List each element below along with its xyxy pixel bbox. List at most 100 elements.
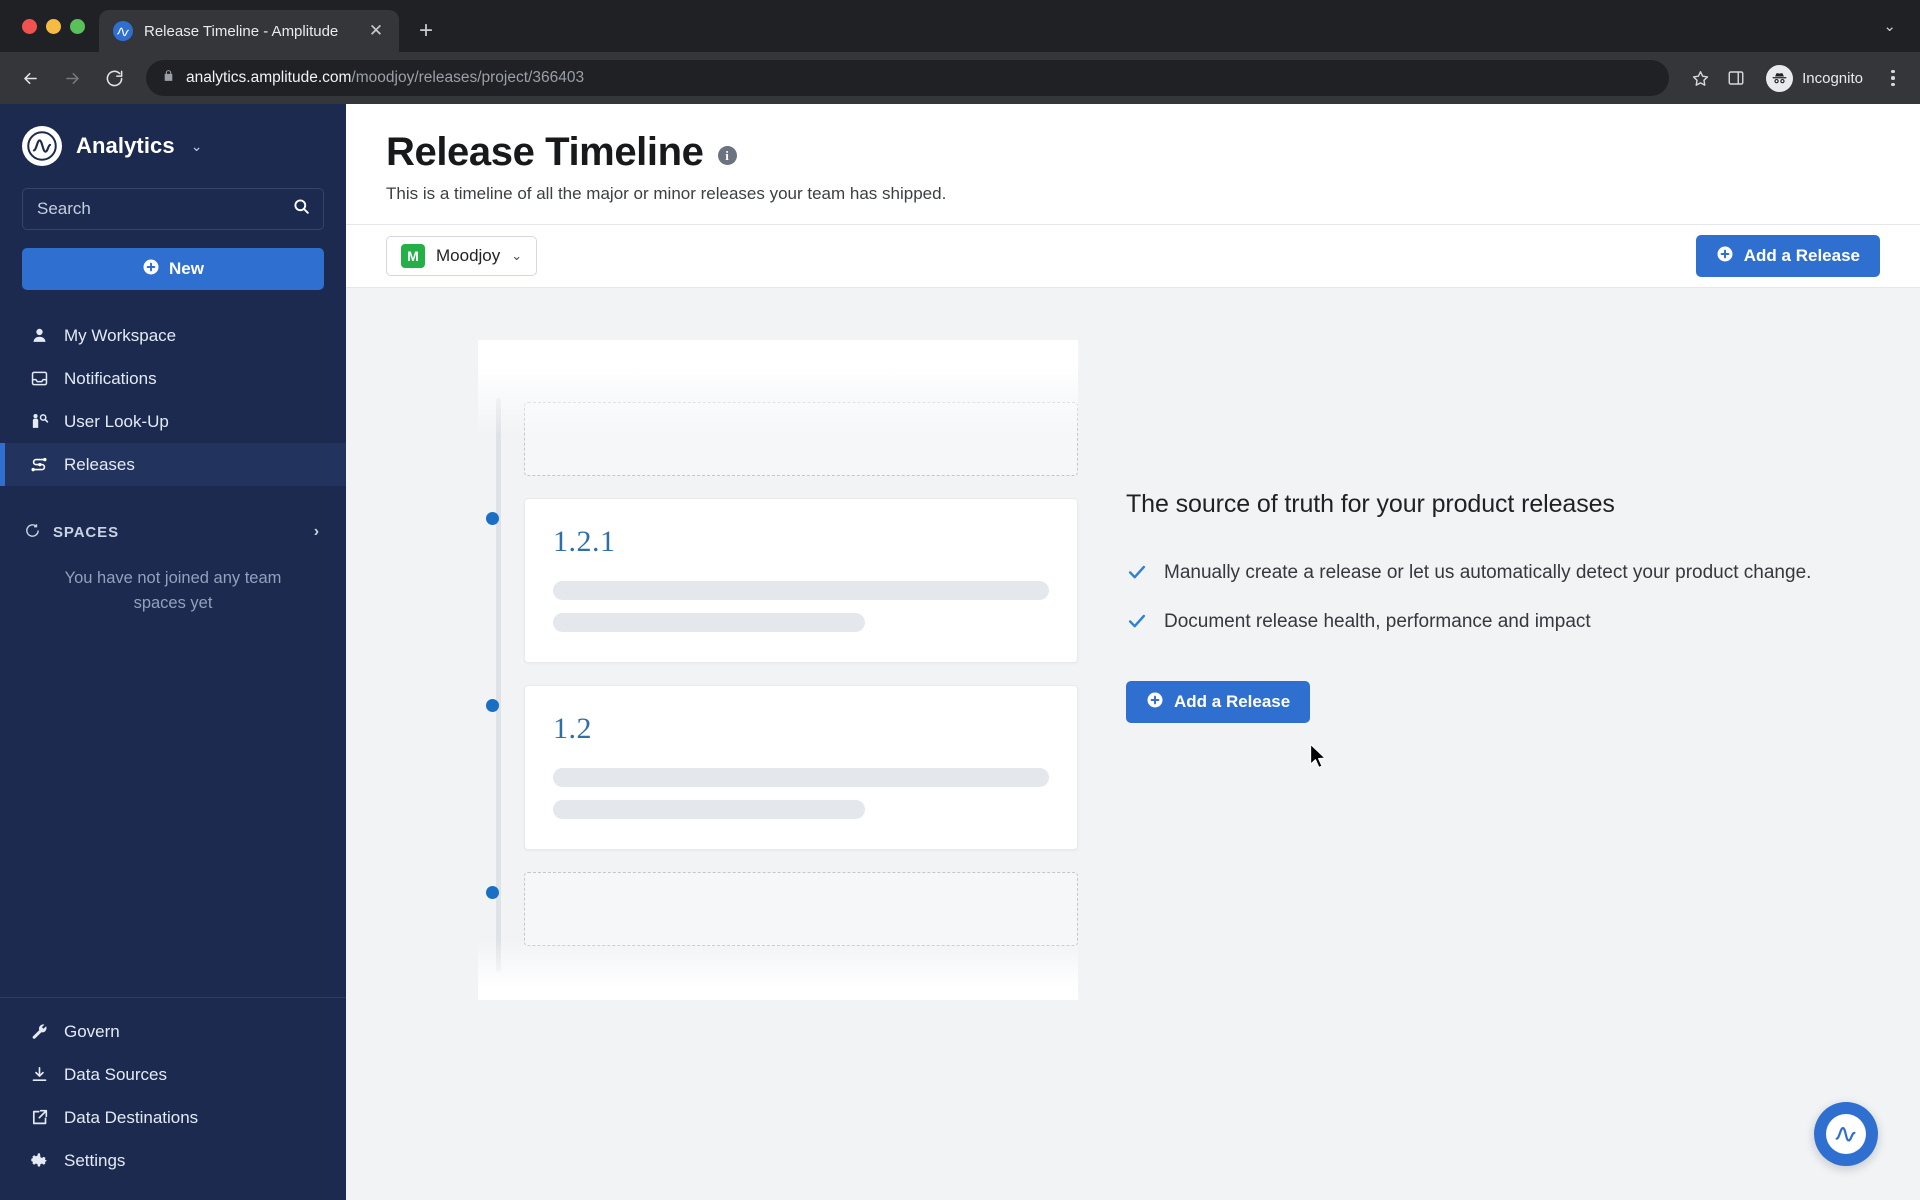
sidebar-nav: My Workspace Notifications User Look-Up …	[0, 314, 346, 486]
sidebar-bottom-nav: Govern Data Sources Data Destinations Se…	[0, 997, 346, 1200]
promo-bullet-list: Manually create a release or let us auto…	[1126, 561, 1811, 637]
amplitude-help-fab[interactable]	[1814, 1102, 1878, 1166]
chevron-down-icon[interactable]: ⌄	[1875, 9, 1904, 43]
timeline-row	[524, 402, 1078, 476]
star-icon[interactable]	[1683, 61, 1717, 95]
releases-empty-state: 1.2.1 1.2 The source of truth for your p…	[346, 288, 1920, 1200]
amplitude-logo-icon	[22, 126, 62, 166]
timeline-row: 1.2	[486, 685, 1078, 850]
person-search-icon	[28, 412, 50, 431]
tab-strip-right: ⌄	[1875, 0, 1920, 52]
person-icon	[28, 326, 50, 345]
promo-bullet: Document release health, performance and…	[1126, 610, 1811, 637]
side-panel-icon[interactable]	[1719, 61, 1753, 95]
timeline-row: 1.2.1	[486, 498, 1078, 663]
add-release-label: Add a Release	[1743, 246, 1860, 265]
download-icon	[28, 1065, 50, 1084]
close-icon[interactable]: ✕	[365, 20, 387, 42]
sidebar-item-label: Data Destinations	[64, 1107, 199, 1127]
project-name: Moodjoy	[436, 246, 501, 265]
skeleton-bar	[553, 800, 866, 819]
sidebar-item-releases[interactable]: Releases	[0, 443, 346, 486]
chevron-down-icon[interactable]: ⌄	[191, 138, 203, 155]
new-button[interactable]: New	[22, 248, 324, 290]
add-release-button-cta[interactable]: Add a Release	[1126, 681, 1311, 723]
info-icon[interactable]: i	[717, 146, 737, 165]
release-card-placeholder	[524, 402, 1078, 476]
page-viewport: Analytics ⌄ New	[0, 104, 1920, 1200]
sidebar-item-label: Notifications	[64, 368, 157, 388]
amplitude-logo-icon	[1826, 1114, 1866, 1154]
url-host: analytics.amplitude.com	[186, 69, 352, 86]
share-out-icon	[28, 1108, 50, 1127]
sidebar-item-data-sources[interactable]: Data Sources	[0, 1053, 346, 1096]
lock-icon	[162, 68, 175, 88]
close-window-button[interactable]	[22, 18, 37, 34]
promo-panel: The source of truth for your product rel…	[1126, 340, 1811, 1200]
arrow-left-icon[interactable]	[12, 60, 48, 96]
sidebar-item-label: User Look-Up	[64, 411, 169, 431]
sidebar-item-data-destinations[interactable]: Data Destinations	[0, 1096, 346, 1139]
release-version: 1.2.1	[553, 525, 616, 558]
sidebar-item-notifications[interactable]: Notifications	[0, 357, 346, 400]
sidebar-spaces-label: SPACES	[53, 523, 119, 541]
timeline-row	[486, 872, 1078, 946]
browser-toolbar: analytics.amplitude.com/moodjoy/releases…	[0, 52, 1920, 104]
maximize-window-button[interactable]	[70, 18, 85, 34]
sidebar-item-my-workspace[interactable]: My Workspace	[0, 314, 346, 357]
sidebar-item-label: Govern	[64, 1021, 120, 1041]
browser-window: Release Timeline - Amplitude ✕ + ⌄ analy…	[0, 0, 1920, 1200]
sidebar-item-govern[interactable]: Govern	[0, 1010, 346, 1053]
toolbar-actions: Incognito	[1683, 61, 1908, 95]
minimize-window-button[interactable]	[46, 18, 61, 34]
reload-icon[interactable]	[96, 60, 132, 96]
sidebar-brand[interactable]: Analytics ⌄	[0, 104, 346, 178]
spaces-empty-state: You have not joined any team spaces yet	[64, 569, 282, 612]
skeleton-bar	[553, 581, 1049, 600]
incognito-icon	[1766, 64, 1794, 92]
release-card[interactable]: 1.2.1	[524, 498, 1078, 663]
window-controls	[14, 0, 99, 52]
sidebar-spaces-header[interactable]: SPACES ›	[0, 512, 346, 552]
promo-bullet-text: Document release health, performance and…	[1164, 611, 1591, 632]
main-content: Release Timeline i This is a timeline of…	[346, 104, 1920, 1200]
tab-title: Release Timeline - Amplitude	[144, 22, 339, 40]
plus-circle-icon	[1716, 245, 1734, 268]
url-path: /moodjoy/releases/project/366403	[351, 69, 585, 86]
sidebar-brand-label: Analytics	[76, 133, 175, 158]
release-card[interactable]: 1.2	[524, 685, 1078, 850]
address-bar[interactable]: analytics.amplitude.com/moodjoy/releases…	[146, 60, 1670, 96]
new-button-label: New	[169, 259, 204, 278]
sidebar-item-user-look-up[interactable]: User Look-Up	[0, 400, 346, 443]
tab-strip: Release Timeline - Amplitude ✕ + ⌄	[0, 0, 1920, 52]
skeleton-bar	[553, 768, 1049, 787]
inbox-icon	[28, 369, 50, 388]
add-release-label: Add a Release	[1174, 692, 1291, 711]
gear-icon	[28, 1151, 50, 1170]
search-field[interactable]	[22, 188, 324, 230]
timeline-dot-icon	[486, 699, 499, 712]
incognito-label: Incognito	[1802, 69, 1863, 87]
project-badge: M	[401, 244, 425, 268]
sidebar-item-label: Settings	[64, 1150, 126, 1170]
sidebar-item-label: Data Sources	[64, 1064, 167, 1084]
chevron-right-icon[interactable]: ›	[314, 523, 320, 541]
promo-heading: The source of truth for your product rel…	[1126, 490, 1615, 518]
sidebar-item-label: Releases	[64, 454, 135, 474]
search-icon[interactable]	[292, 197, 311, 221]
search-input[interactable]	[37, 199, 292, 219]
plus-icon[interactable]: +	[409, 14, 443, 48]
check-icon	[1126, 561, 1148, 588]
arrow-right-icon[interactable]	[54, 60, 90, 96]
chevron-down-icon: ⌄	[511, 248, 523, 263]
incognito-indicator[interactable]: Incognito	[1761, 61, 1876, 95]
plus-circle-icon	[1146, 691, 1164, 714]
sidebar-item-settings[interactable]: Settings	[0, 1139, 346, 1182]
project-selector[interactable]: M Moodjoy ⌄	[386, 236, 538, 276]
timeline-dot-icon	[486, 886, 499, 899]
add-release-button-top[interactable]: Add a Release	[1695, 235, 1880, 277]
browser-tab[interactable]: Release Timeline - Amplitude ✕	[99, 10, 399, 52]
check-icon	[1126, 610, 1148, 637]
page-toolbar: M Moodjoy ⌄ Add a Release	[346, 224, 1920, 288]
kebab-menu-icon[interactable]	[1878, 61, 1908, 95]
